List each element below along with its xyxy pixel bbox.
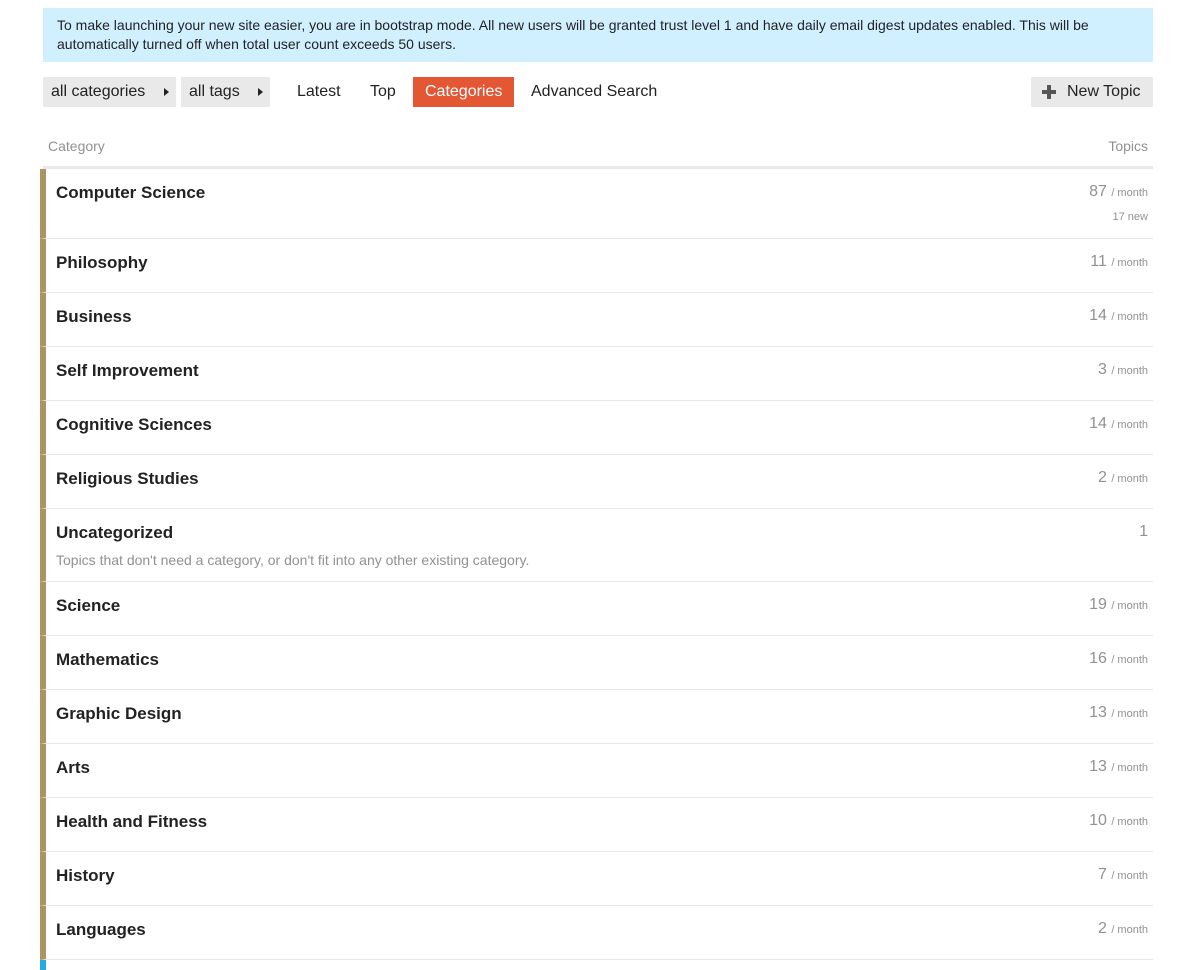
topic-count: 16 / month [1089, 650, 1148, 667]
category-name[interactable]: Graphic Design [56, 704, 182, 724]
category-name[interactable]: Cognitive Sciences [56, 415, 212, 435]
topic-count: 14 / month [1089, 307, 1148, 324]
new-topic-button[interactable]: New Topic [1031, 77, 1153, 107]
category-list: Computer Science 87 / month 17 new Philo… [40, 169, 1153, 970]
topic-count: 13 / month [1089, 704, 1148, 721]
topic-count: 3 / month [1097, 361, 1148, 378]
category-row: Religious Studies 2 / month [40, 455, 1153, 509]
category-row: Self Improvement 3 / month [40, 347, 1153, 401]
topic-count: 13 / month [1089, 758, 1148, 775]
category-row: Business 14 / month [40, 293, 1153, 347]
category-row: Science 19 / month [40, 582, 1153, 636]
column-header-category: Category [48, 138, 105, 154]
navigation-bar: all categories all tags Latest Top Categ… [43, 77, 1153, 107]
caret-right-icon [258, 88, 263, 96]
topic-count: 1 [1139, 523, 1148, 540]
category-name[interactable]: Mathematics [56, 650, 159, 670]
category-row: Languages 2 / month [40, 906, 1153, 960]
new-topic-label: New Topic [1067, 83, 1141, 100]
tab-top[interactable]: Top [370, 77, 396, 107]
category-name[interactable]: Health and Fitness [56, 812, 207, 832]
topic-count: 87 / month [1089, 183, 1148, 200]
category-name[interactable]: Science [56, 596, 120, 616]
tab-advanced-search[interactable]: Advanced Search [531, 77, 657, 107]
category-name[interactable]: Self Improvement [56, 361, 199, 381]
category-name[interactable]: Uncategorized [56, 523, 173, 543]
category-row: Cognitive Sciences 14 / month [40, 401, 1153, 455]
tag-dropdown-label: all tags [189, 83, 240, 100]
category-row: History 7 / month [40, 852, 1153, 906]
category-row-partial [40, 960, 1153, 970]
notice-text: To make launching your new site easier, … [57, 17, 1089, 52]
category-dropdown[interactable]: all categories [43, 77, 176, 107]
caret-right-icon [164, 88, 169, 96]
topic-count: 19 / month [1089, 596, 1148, 613]
bootstrap-mode-notice: To make launching your new site easier, … [43, 8, 1153, 62]
category-name[interactable]: Philosophy [56, 253, 148, 273]
category-name[interactable]: Languages [56, 920, 146, 940]
tab-latest[interactable]: Latest [297, 77, 341, 107]
category-row: Health and Fitness 10 / month [40, 798, 1153, 852]
category-row: Philosophy 11 / month [40, 239, 1153, 293]
topic-count: 10 / month [1089, 812, 1148, 829]
topic-count: 7 / month [1097, 866, 1148, 883]
category-dropdown-label: all categories [51, 83, 146, 100]
category-row: Computer Science 87 / month 17 new [40, 169, 1153, 239]
topic-count: 11 / month [1090, 253, 1148, 270]
category-name[interactable]: Religious Studies [56, 469, 199, 489]
category-row: Arts 13 / month [40, 744, 1153, 798]
category-table-header: Category Topics [43, 138, 1153, 169]
category-name[interactable]: Arts [56, 758, 90, 778]
category-name[interactable]: Computer Science [56, 183, 205, 203]
plus-icon [1042, 85, 1056, 99]
topic-count: 2 / month [1097, 920, 1148, 937]
topic-count: 14 / month [1089, 415, 1148, 432]
column-header-topics: Topics [1108, 138, 1148, 154]
topic-count: 2 / month [1097, 469, 1148, 486]
category-row: Mathematics 16 / month [40, 636, 1153, 690]
category-row: Graphic Design 13 / month [40, 690, 1153, 744]
tag-dropdown[interactable]: all tags [181, 77, 270, 107]
new-topics-badge[interactable]: 17 new [1113, 211, 1148, 223]
category-description: Topics that don't need a category, or do… [56, 552, 530, 568]
category-name[interactable]: Business [56, 307, 132, 327]
category-name[interactable]: History [56, 866, 115, 886]
category-row: Uncategorized 1 Topics that don't need a… [40, 509, 1153, 582]
tab-categories[interactable]: Categories [413, 77, 514, 107]
